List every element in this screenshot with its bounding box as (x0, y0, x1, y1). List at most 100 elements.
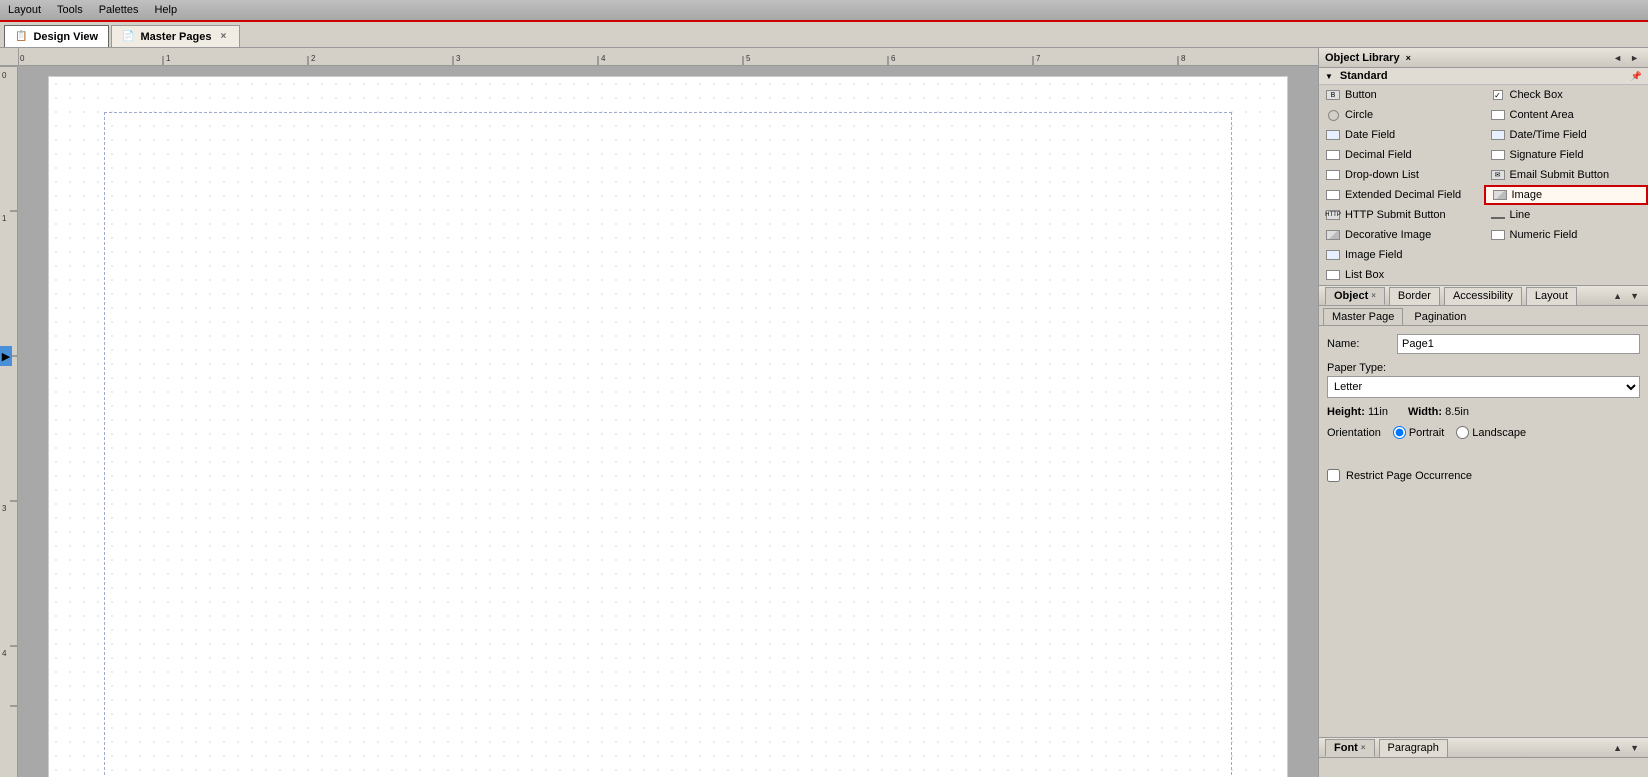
canvas-scroll: ▶ 0 1 2 3 4 (0, 66, 1318, 777)
ruler-svg-left: 0 1 2 3 4 (0, 66, 18, 777)
obj-datetime-field[interactable]: Date/Time Field (1484, 125, 1648, 145)
tab-design-view[interactable]: 📋 Design View (4, 25, 109, 47)
tab-master-pages-close[interactable]: × (217, 31, 229, 43)
obj-http-submit[interactable]: HTTP HTTP Submit Button (1319, 205, 1484, 225)
tab-master-pages-icon: 📄 (122, 31, 134, 42)
menu-palettes[interactable]: Palettes (99, 4, 139, 16)
prop-subtab-pagination[interactable]: Pagination (1405, 308, 1475, 325)
tab-master-pages[interactable]: 📄 Master Pages × (111, 25, 240, 47)
obj-lib-scroll-left[interactable]: ◄ (1610, 52, 1625, 64)
obj-image[interactable]: Image (1484, 185, 1648, 205)
height-label: Height: (1327, 406, 1365, 418)
prop-scroll-up[interactable]: ▲ (1610, 290, 1625, 302)
prop-tab-object[interactable]: Object × (1325, 287, 1385, 305)
prop-tab-border-label: Border (1398, 290, 1431, 302)
left-bookmark[interactable]: ▶ (0, 346, 12, 366)
prop-tab-layout-label: Layout (1535, 290, 1568, 302)
svg-text:4: 4 (2, 649, 7, 658)
obj-list-box[interactable]: List Box (1319, 265, 1484, 285)
orientation-landscape-radio[interactable] (1456, 426, 1469, 439)
font-tab[interactable]: Font × (1325, 739, 1375, 757)
obj-datetime-field-label: Date/Time Field (1510, 129, 1587, 141)
orientation-row: Orientation Portrait Landscape (1327, 426, 1640, 439)
obj-line[interactable]: Line (1484, 205, 1648, 225)
paragraph-tab[interactable]: Paragraph (1379, 739, 1448, 757)
font-panel-titlebar: Font × Paragraph ▲ ▼ (1319, 738, 1648, 758)
svg-text:1: 1 (166, 54, 171, 63)
obj-decimal-field[interactable]: Decimal Field (1319, 145, 1484, 165)
prop-tab-accessibility[interactable]: Accessibility (1444, 287, 1522, 305)
object-library-close-x[interactable]: × (1406, 53, 1411, 63)
standard-section-pin[interactable]: 📌 (1631, 71, 1642, 82)
obj-content-area-label: Content Area (1510, 109, 1574, 121)
http-submit-icon: HTTP (1325, 209, 1341, 221)
svg-text:0: 0 (2, 71, 7, 80)
menu-help[interactable]: Help (154, 4, 177, 16)
obj-dropdown-list[interactable]: Drop-down List (1319, 165, 1484, 185)
font-tab-close[interactable]: × (1361, 743, 1366, 752)
obj-image-field[interactable]: Image Field (1319, 245, 1484, 265)
line-icon (1490, 209, 1506, 221)
orientation-landscape-option[interactable]: Landscape (1456, 426, 1526, 439)
name-row: Name: (1327, 334, 1640, 354)
menu-bar: Layout Tools Palettes Help (0, 0, 1648, 22)
obj-button[interactable]: B Button (1319, 85, 1484, 105)
standard-section-label: Standard (1340, 70, 1388, 82)
obj-decorative-image[interactable]: Decorative Image (1319, 225, 1484, 245)
content-area-icon (1490, 109, 1506, 121)
paragraph-tab-label: Paragraph (1388, 742, 1439, 754)
width-value-text: 8.5in (1445, 406, 1469, 418)
obj-check-box[interactable]: ✓ Check Box (1484, 85, 1648, 105)
menu-tools[interactable]: Tools (57, 4, 83, 16)
right-panel: Object Library × ◄ ► ▼ Standard 📌 (1318, 48, 1648, 777)
restrict-label: Restrict Page Occurrence (1346, 470, 1472, 482)
obj-image-field-label: Image Field (1345, 249, 1402, 261)
top-ruler: 0 1 2 3 4 5 6 7 8 (0, 48, 1318, 66)
svg-text:6: 6 (891, 54, 896, 63)
prop-scroll-down[interactable]: ▼ (1627, 290, 1642, 302)
obj-extended-decimal[interactable]: Extended Decimal Field (1319, 185, 1484, 205)
paper-type-select[interactable]: Letter A4 Legal Custom (1327, 376, 1640, 398)
font-tab-label: Font (1334, 742, 1358, 754)
prop-tab-object-label: Object (1334, 290, 1368, 302)
prop-tab-object-close[interactable]: × (1371, 291, 1376, 300)
paper-type-label: Paper Type: (1327, 362, 1640, 374)
name-input[interactable] (1397, 334, 1640, 354)
tab-bar: 📋 Design View 📄 Master Pages × (0, 22, 1648, 48)
obj-decimal-field-label: Decimal Field (1345, 149, 1412, 161)
obj-date-field[interactable]: Date Field (1319, 125, 1484, 145)
tab-design-view-icon: 📋 (15, 31, 27, 42)
design-canvas[interactable] (18, 66, 1318, 777)
orientation-portrait-option[interactable]: Portrait (1393, 426, 1444, 439)
canvas-area: 0 1 2 3 4 5 6 7 8 (0, 48, 1318, 777)
obj-numeric-field[interactable]: Numeric Field (1484, 225, 1648, 245)
svg-text:1: 1 (2, 214, 7, 223)
object-library-titlebar: Object Library × ◄ ► (1319, 48, 1648, 68)
obj-content-area[interactable]: Content Area (1484, 105, 1648, 125)
prop-tab-border[interactable]: Border (1389, 287, 1440, 305)
obj-http-submit-label: HTTP Submit Button (1345, 209, 1446, 221)
menu-layout[interactable]: Layout (8, 4, 41, 16)
restrict-checkbox[interactable] (1327, 469, 1340, 482)
obj-signature-field[interactable]: Signature Field (1484, 145, 1648, 165)
page[interactable] (48, 76, 1288, 777)
prop-subtab-master-page[interactable]: Master Page (1323, 308, 1403, 325)
obj-button-label: Button (1345, 89, 1377, 101)
main-layout: 0 1 2 3 4 5 6 7 8 (0, 48, 1648, 777)
ruler-svg-top: 0 1 2 3 4 5 6 7 8 (18, 48, 1318, 65)
page-content-area (104, 112, 1232, 777)
prop-tab-layout[interactable]: Layout (1526, 287, 1577, 305)
svg-text:3: 3 (2, 504, 7, 513)
obj-email-submit[interactable]: ✉ Email Submit Button (1484, 165, 1648, 185)
font-scroll-down[interactable]: ▼ (1627, 742, 1642, 754)
obj-numeric-field-label: Numeric Field (1510, 229, 1578, 241)
circle-icon (1325, 109, 1341, 121)
font-scroll-up[interactable]: ▲ (1610, 742, 1625, 754)
obj-date-field-label: Date Field (1345, 129, 1395, 141)
obj-extended-decimal-label: Extended Decimal Field (1345, 189, 1461, 201)
orientation-portrait-radio[interactable] (1393, 426, 1406, 439)
object-library-title: Object Library (1325, 52, 1400, 64)
standard-section-header: ▼ Standard 📌 (1319, 68, 1648, 85)
obj-lib-scroll-right[interactable]: ► (1627, 52, 1642, 64)
obj-circle[interactable]: Circle (1319, 105, 1484, 125)
